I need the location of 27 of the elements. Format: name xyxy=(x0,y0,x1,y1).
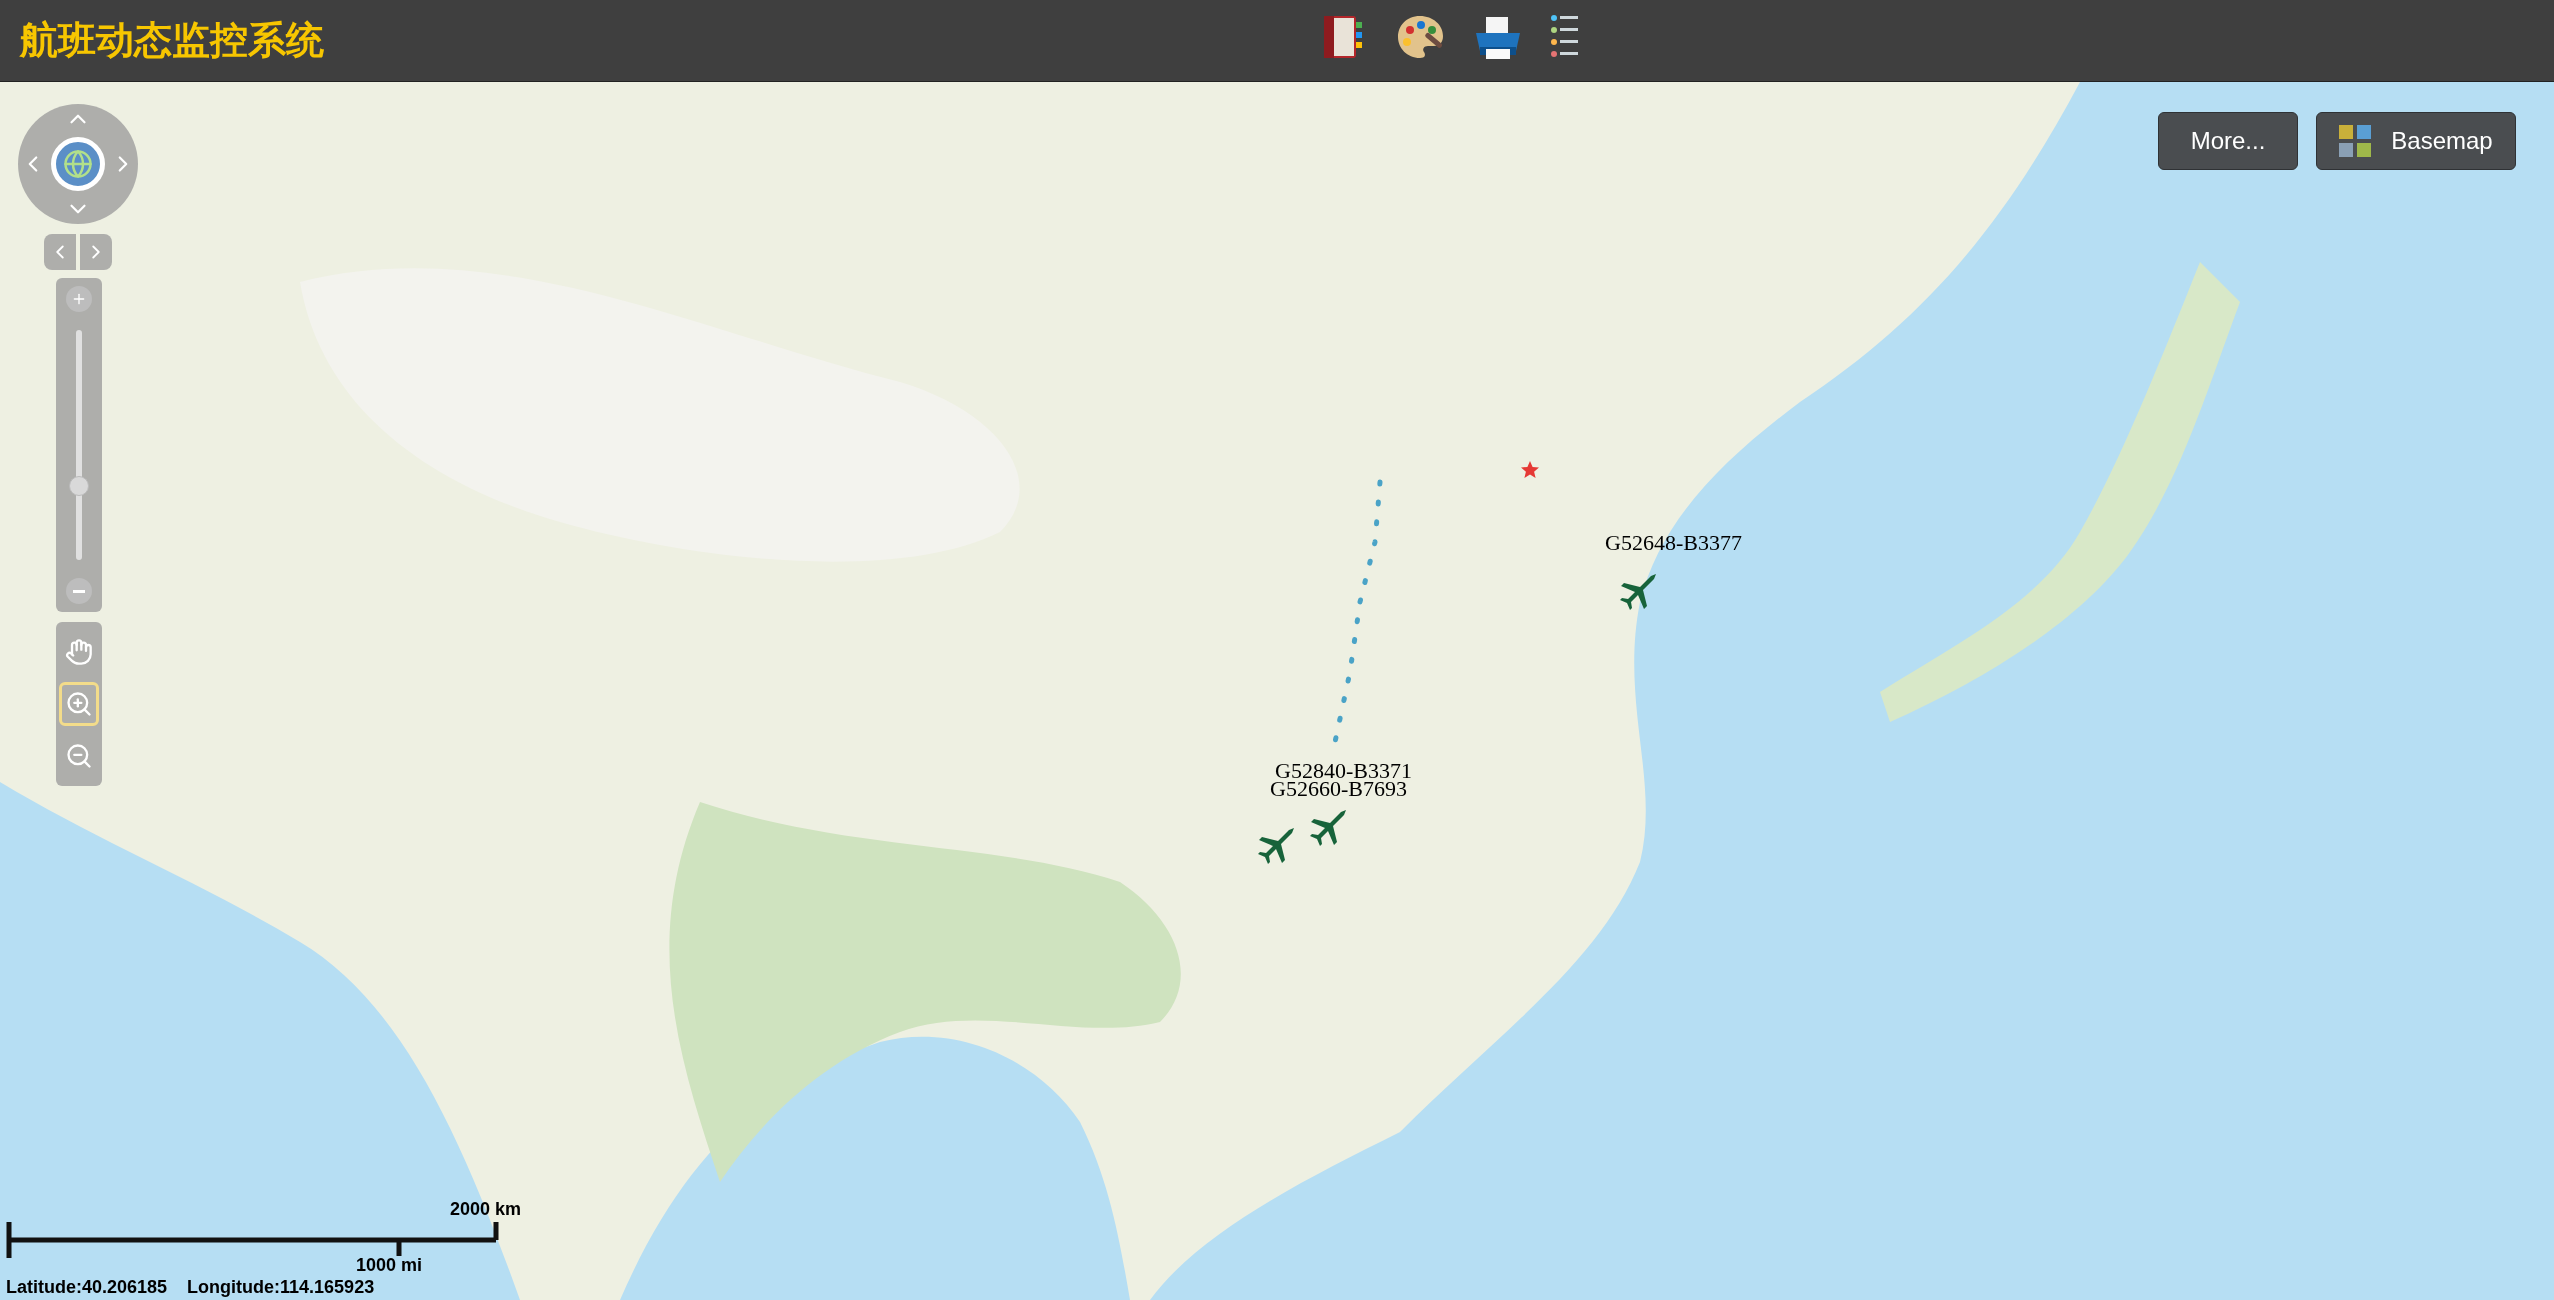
plus-icon xyxy=(71,291,87,307)
globe-button[interactable] xyxy=(51,137,105,191)
airplane-icon[interactable] xyxy=(1308,808,1348,848)
next-extent-button[interactable] xyxy=(80,234,112,270)
app-title: 航班动态监控系统 xyxy=(20,17,324,64)
scale-bar-icon xyxy=(6,1222,500,1258)
basemap-button[interactable]: Basemap xyxy=(2316,112,2516,170)
magnifier-plus-icon xyxy=(65,690,93,718)
basemap-grid-icon xyxy=(2339,125,2372,157)
latitude-readout: Latitude:40.206185 xyxy=(6,1276,168,1299)
zoom-in-button[interactable] xyxy=(66,286,92,312)
scale-label-metric: 2000 km xyxy=(450,1198,522,1221)
airplane-icon[interactable] xyxy=(1256,826,1296,866)
zoom-out-button[interactable] xyxy=(66,578,92,604)
zoom-in-tool-button[interactable] xyxy=(59,682,99,726)
hand-icon xyxy=(65,638,93,666)
minus-icon xyxy=(73,589,85,593)
scale-label-imperial: 1000 mi xyxy=(356,1254,423,1277)
longitude-readout: Longitude:114.165923 xyxy=(187,1276,375,1299)
previous-extent-button[interactable] xyxy=(44,234,76,270)
magnifier-minus-icon xyxy=(65,742,93,770)
more-button[interactable]: More... xyxy=(2158,112,2298,170)
flight-label: G52648-B3377 xyxy=(1605,532,1742,554)
zoom-slider-thumb[interactable] xyxy=(69,476,89,497)
airplane-icon[interactable] xyxy=(1618,572,1658,612)
star-marker-icon xyxy=(1520,460,1540,480)
globe-icon xyxy=(63,149,93,179)
